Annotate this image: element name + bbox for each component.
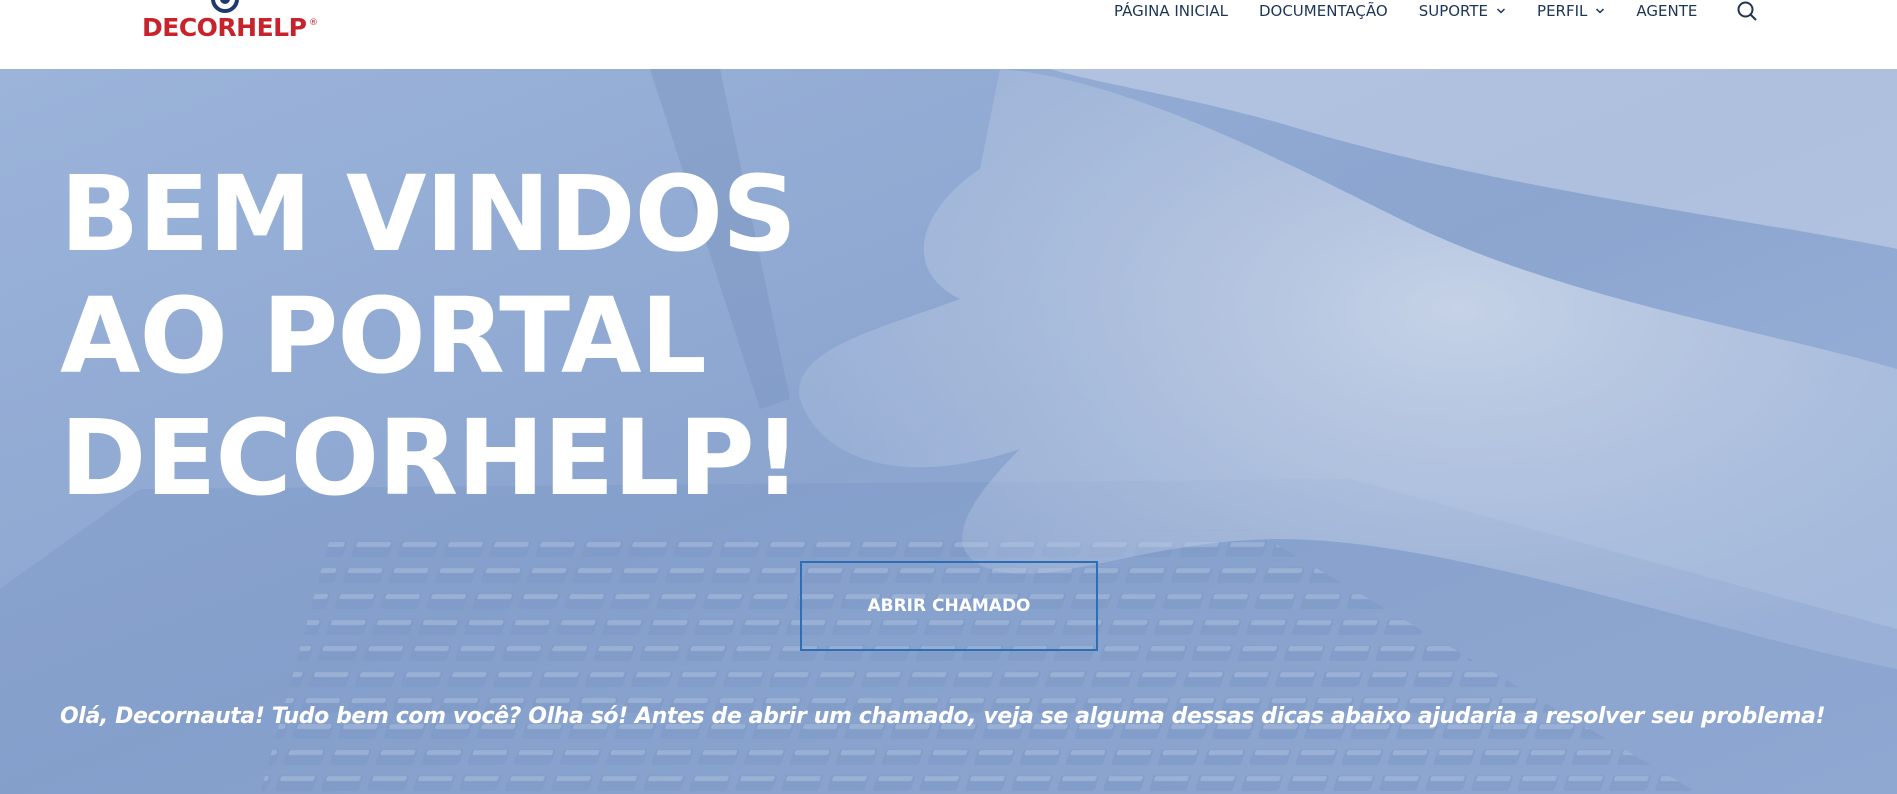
hero-banner: BEM VINDOS AO PORTAL DECORHELP! ABRIR CH…	[0, 69, 1897, 794]
top-navigation-bar: DECORHELP ® PÁGINA INICIAL DOCUMENTAÇÃO …	[0, 0, 1897, 69]
hero-title-line: AO PORTAL	[60, 275, 707, 397]
logo-registered-mark: ®	[309, 18, 318, 28]
chevron-down-icon	[1497, 8, 1506, 14]
nav-item-suporte[interactable]: SUPORTE	[1419, 2, 1506, 20]
hero-title: BEM VINDOS AO PORTAL DECORHELP!	[60, 153, 801, 519]
hero-title-line: BEM VINDOS	[60, 153, 797, 275]
nav-item-label: AGENTE	[1636, 2, 1698, 20]
nav-item-label: DOCUMENTAÇÃO	[1258, 2, 1388, 20]
search-icon[interactable]	[1736, 0, 1758, 22]
nav-item-label: SUPORTE	[1418, 2, 1489, 20]
decorhelp-logo[interactable]: DECORHELP ®	[142, 0, 322, 46]
nav-item-pagina-inicial[interactable]: PÁGINA INICIAL	[1114, 2, 1228, 20]
nav-item-perfil[interactable]: PERFIL	[1537, 2, 1605, 20]
abrir-chamado-button[interactable]: ABRIR CHAMADO	[800, 561, 1098, 651]
chevron-down-icon	[1596, 8, 1605, 14]
hero-intro-text: Olá, Decornauta! Tudo bem com você? Olha…	[60, 704, 1826, 729]
hero-title-line: DECORHELP!	[60, 397, 801, 519]
logo-text: DECORHELP	[142, 13, 307, 42]
nav-item-agente[interactable]: AGENTE	[1636, 2, 1697, 20]
nav-item-label: PÁGINA INICIAL	[1114, 2, 1228, 20]
nav-item-documentacao[interactable]: DOCUMENTAÇÃO	[1259, 2, 1388, 20]
main-nav: PÁGINA INICIAL DOCUMENTAÇÃO SUPORTE PERF…	[1114, 0, 1728, 22]
nav-item-label: PERFIL	[1537, 2, 1588, 20]
